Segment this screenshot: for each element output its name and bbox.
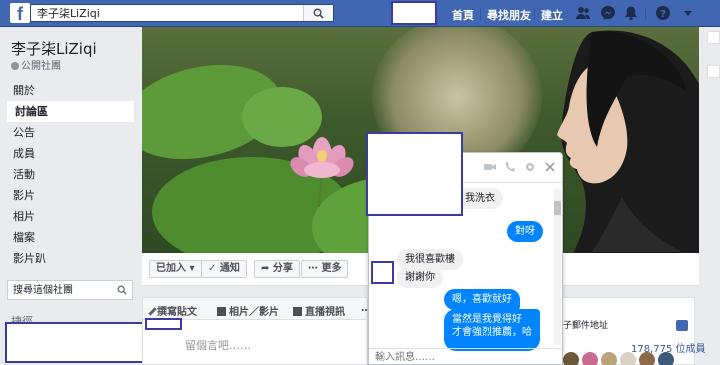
scrollbar-thumb[interactable]: [554, 201, 561, 215]
help-icon[interactable]: ?: [655, 5, 671, 21]
photo-icon: [217, 307, 226, 316]
avatar[interactable]: [620, 352, 636, 365]
video-call-icon[interactable]: [484, 161, 496, 173]
notifications-icon[interactable]: [623, 5, 639, 21]
chat-message-outgoing: 當然是我覺得好 才會強烈推薦，哈: [444, 309, 540, 351]
sidebar-item-watch-party[interactable]: 影片趴: [7, 248, 134, 269]
avatar[interactable]: [582, 352, 598, 365]
invite-icon[interactable]: [676, 320, 688, 331]
group-search-box[interactable]: [7, 280, 133, 300]
check-icon: ✓: [208, 263, 217, 274]
messenger-icon[interactable]: [600, 5, 616, 21]
sidebar-item-about[interactable]: 關於: [7, 80, 134, 101]
avatar[interactable]: [601, 352, 617, 365]
sidebar-item-discussion[interactable]: 討論區: [7, 101, 134, 122]
share-button[interactable]: ➦ 分享: [254, 260, 300, 278]
avatar[interactable]: [639, 352, 655, 365]
chat-header-icons: [484, 161, 556, 173]
dropdown-icon[interactable]: [680, 5, 696, 21]
side-square: [707, 31, 720, 44]
avatar[interactable]: [658, 352, 674, 365]
sidebar-item-videos[interactable]: 影片: [7, 185, 134, 206]
redacted-chat-header: [366, 132, 463, 216]
member-avatars: [563, 352, 677, 365]
chat-scrollbar[interactable]: [554, 189, 561, 345]
close-icon[interactable]: [544, 161, 556, 173]
chat-message-incoming: 我洗衣: [457, 188, 503, 209]
email-invite-field[interactable]: 子郵件地址: [563, 318, 658, 334]
avatar[interactable]: [563, 352, 579, 365]
search-input[interactable]: [31, 5, 301, 21]
group-privacy-label: 公開社團: [21, 61, 61, 72]
notifications-button[interactable]: ✓ 通知: [201, 260, 247, 278]
live-video-icon: [293, 307, 302, 316]
chat-message-incoming: 謝謝你: [397, 267, 443, 288]
chat-message-outgoing: 嗯，喜歡就好: [444, 289, 520, 310]
sidebar-item-files[interactable]: 檔案: [7, 227, 134, 248]
composer-input[interactable]: 留個言吧……: [185, 337, 251, 353]
nav-find-friends-link[interactable]: 尋找朋友: [487, 7, 531, 23]
group-name[interactable]: 李子柒LiZiqi: [11, 38, 97, 59]
group-sidebar-nav: 關於 討論區 公告 成員 活動 影片 相片 檔案 影片趴: [7, 80, 134, 269]
svg-text:?: ?: [660, 9, 666, 20]
joined-button[interactable]: 已加入 ▾: [149, 260, 202, 278]
composer-tabs: 撰寫貼文 相片／影片 直播視訊 …: [143, 298, 371, 320]
redacted-chat-avatar: [371, 261, 394, 284]
side-square: [707, 65, 720, 78]
sidebar-item-announcements[interactable]: 公告: [7, 122, 134, 143]
group-search-input[interactable]: [8, 281, 112, 299]
right-edge-column: [707, 27, 720, 365]
facebook-logo-icon[interactable]: f: [10, 3, 30, 24]
chat-message-outgoing: 對呀: [507, 221, 543, 242]
search-box[interactable]: [30, 4, 334, 22]
tab-photo-video[interactable]: 相片／影片: [217, 303, 279, 318]
more-icon: ⋯: [308, 263, 318, 274]
redacted-profile-box: [391, 1, 437, 25]
phone-icon[interactable]: [504, 161, 516, 173]
top-navigation-bar: f 首頁 尋找朋友 建立 ?: [0, 0, 720, 27]
chat-message-input[interactable]: [369, 349, 562, 364]
more-button[interactable]: ⋯ 更多: [301, 260, 349, 278]
pencil-icon: [148, 307, 157, 316]
sidebar-item-events[interactable]: 活動: [7, 164, 134, 185]
search-icon[interactable]: [117, 285, 127, 295]
friends-icon[interactable]: [575, 5, 591, 21]
group-privacy: 公開社團: [11, 57, 61, 72]
nav-divider: [480, 7, 481, 20]
nav-divider: [534, 7, 535, 20]
sidebar-item-photos[interactable]: 相片: [7, 206, 134, 227]
nav-create-link[interactable]: 建立: [541, 7, 563, 23]
post-composer: 撰寫貼文 相片／影片 直播視訊 …: [142, 297, 371, 365]
gear-icon[interactable]: [524, 161, 536, 173]
nav-home-link[interactable]: 首頁: [452, 7, 474, 23]
share-icon: ➦: [261, 263, 270, 274]
tab-live-video[interactable]: 直播視訊: [293, 303, 345, 318]
chat-input-area[interactable]: [369, 348, 562, 364]
nav-divider: [645, 7, 646, 20]
sidebar-item-members[interactable]: 成員: [7, 143, 134, 164]
search-button[interactable]: [303, 5, 333, 21]
tab-write-post[interactable]: 撰寫貼文: [148, 303, 197, 318]
search-icon: [313, 8, 324, 19]
redacted-avatar: [145, 318, 182, 330]
lotus-flower-image: [290, 137, 354, 207]
globe-icon: [11, 62, 19, 70]
